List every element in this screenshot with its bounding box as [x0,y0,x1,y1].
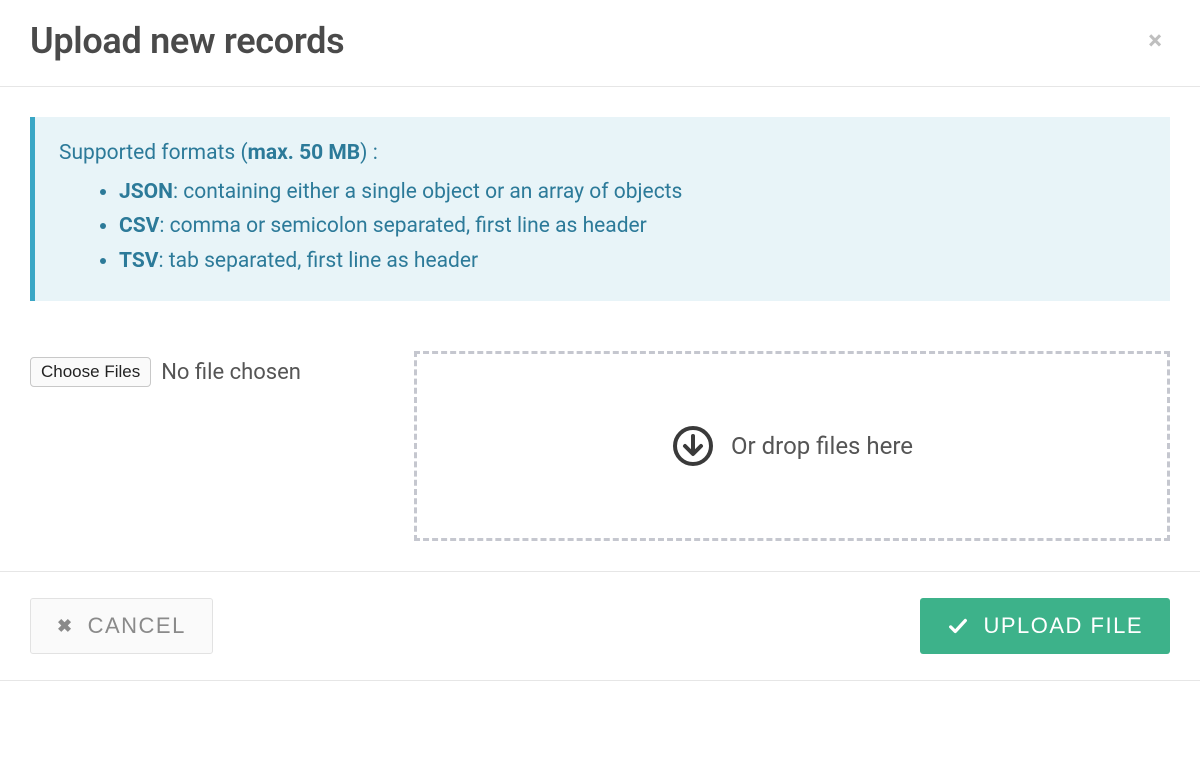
download-circle-icon [671,424,715,468]
format-item-csv: CSV: comma or semicolon separated, first… [119,210,1146,243]
format-item-tsv: TSV: tab separated, first line as header [119,245,1146,278]
cancel-label: CANCEL [88,613,186,639]
supported-formats-info: Supported formats (max. 50 MB) : JSON: c… [30,117,1170,301]
modal-footer: ✖ CANCEL UPLOAD FILE [0,571,1200,681]
formats-list: JSON: containing either a single object … [59,176,1146,278]
dropzone[interactable]: Or drop files here [414,351,1170,541]
check-icon [947,615,969,637]
max-size-text: max. 50 MB [248,141,361,165]
file-chosen-status: No file chosen [161,360,301,385]
modal-title: Upload new records [30,20,344,62]
format-desc: : comma or semicolon separated, first li… [159,214,646,238]
modal-header: Upload new records × [0,0,1200,87]
choose-files-button[interactable]: Choose Files [30,357,151,387]
upload-row: Choose Files No file chosen Or drop file… [30,351,1170,541]
file-picker: Choose Files No file chosen [30,351,390,387]
format-name: TSV [119,249,159,273]
upload-label: UPLOAD FILE [983,613,1143,639]
dropzone-label: Or drop files here [731,432,913,460]
format-name: JSON [119,180,173,204]
format-item-json: JSON: containing either a single object … [119,176,1146,209]
cancel-button[interactable]: ✖ CANCEL [30,598,213,654]
x-icon: ✖ [57,616,74,637]
supported-prefix: Supported formats ( [59,141,248,165]
supported-suffix: ) : [360,141,378,165]
format-desc: : tab separated, first line as header [159,249,479,273]
format-name: CSV [119,214,159,238]
close-icon[interactable]: × [1140,24,1170,58]
format-desc: : containing either a single object or a… [173,180,682,204]
upload-modal: Upload new records × Supported formats (… [0,0,1200,681]
modal-body: Supported formats (max. 50 MB) : JSON: c… [0,87,1200,571]
supported-formats-heading: Supported formats (max. 50 MB) : [59,137,1146,170]
upload-file-button[interactable]: UPLOAD FILE [920,598,1170,654]
